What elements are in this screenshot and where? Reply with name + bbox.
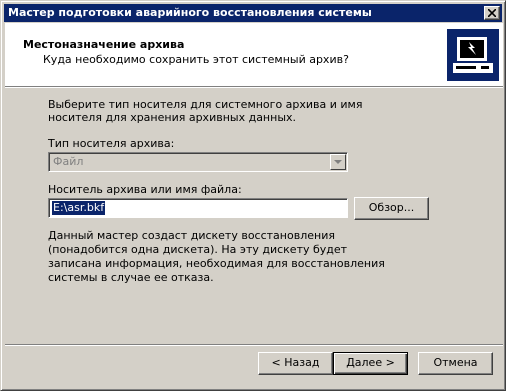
media-type-select[interactable]: Файл [48,152,348,172]
path-value: E:\asr.bkf [52,201,106,215]
backup-computer-icon [447,29,499,81]
intro-text-line2: носителя для хранения архивных данных. [48,111,297,124]
close-icon [488,9,496,17]
page-subtitle: Куда необходимо сохранить этот системный… [43,53,349,66]
window-title: Мастер подготовки аварийного восстановле… [8,6,372,19]
note-line3: записана информация, необходимая для вос… [48,257,385,270]
browse-button[interactable]: Обзор... [354,197,429,220]
close-button[interactable] [484,6,500,20]
back-button[interactable]: < Назад [258,352,333,375]
media-type-label: Тип носителя архива: [48,137,175,150]
media-type-value: Файл [53,155,84,168]
wizard-window: Мастер подготовки аварийного восстановле… [0,0,506,391]
wizard-header: Местоназначение архива Куда необходимо с… [5,23,503,86]
note-line2: (понадобится одна дискета). На эту диске… [48,243,348,256]
cancel-button[interactable]: Отмена [418,352,493,375]
title-bar: Мастер подготовки аварийного восстановле… [4,4,502,22]
dropdown-arrow-icon [334,160,342,164]
intro-text-line1: Выберите тип носителя для системного арх… [48,98,363,111]
note-line1: Данный мастер создаст дискету восстановл… [48,229,335,242]
path-label: Носитель архива или имя файла: [48,183,242,196]
note-line4: системы в случае ее отказа. [48,271,214,284]
next-button[interactable]: Далее > [333,352,408,375]
header-separator [5,86,503,88]
path-input[interactable]: E:\asr.bkf [48,198,348,218]
page-title: Местоназначение архива [23,38,185,51]
footer-separator [5,344,503,346]
media-type-dropdown-button[interactable] [330,154,346,170]
